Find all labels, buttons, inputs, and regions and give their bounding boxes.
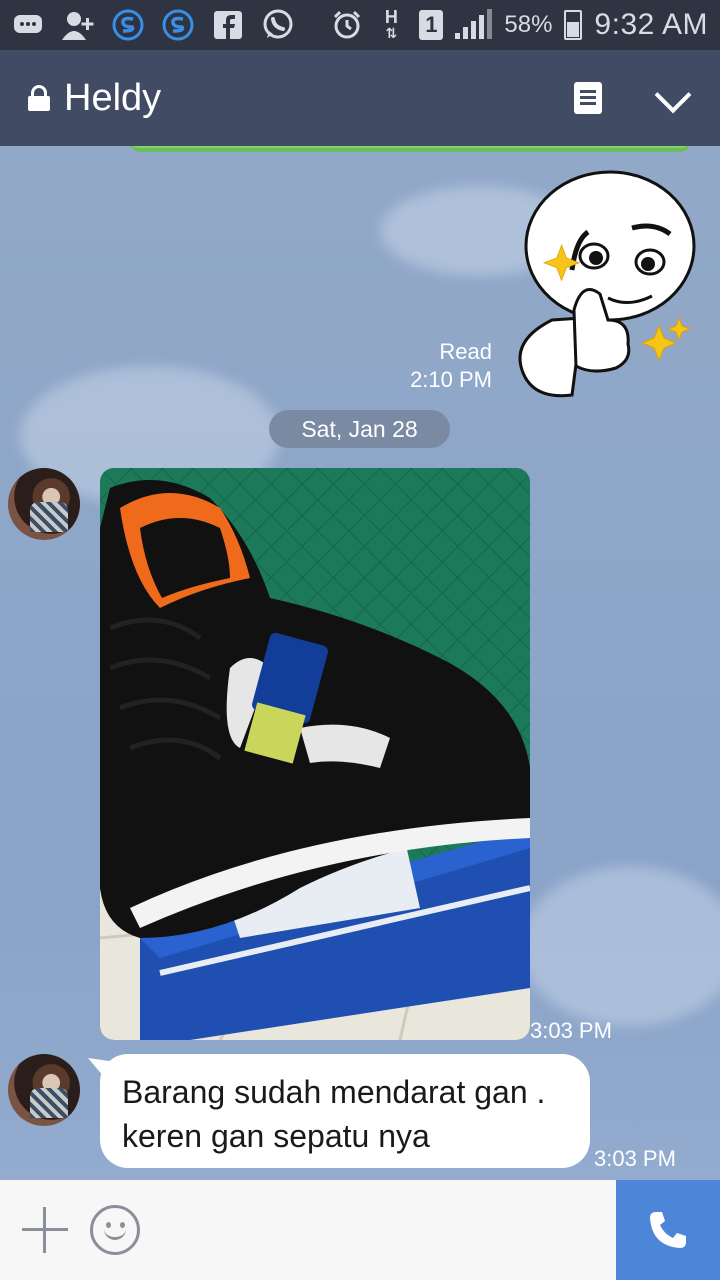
- date-separator: Sat, Jan 28: [269, 410, 450, 448]
- whatsapp-icon: [262, 9, 294, 41]
- text-timestamp: 3:03 PM: [594, 1146, 676, 1171]
- photo-message[interactable]: [100, 468, 530, 1040]
- signal-icon: [455, 9, 493, 39]
- background-cloud: [520, 866, 720, 1026]
- add-contact-icon: [62, 9, 94, 41]
- s-app-icon: [162, 9, 194, 41]
- facebook-icon: [212, 9, 244, 41]
- status-bar: H ⇅ 1 58% 9:32 AM: [0, 0, 720, 50]
- sim-1-label: 1: [425, 12, 438, 37]
- avatar[interactable]: [8, 1054, 80, 1126]
- call-button[interactable]: [616, 1180, 720, 1280]
- photo-timestamp: 3:03 PM: [530, 1018, 612, 1043]
- contact-name: Heldy: [64, 76, 162, 119]
- text-message-bubble[interactable]: Barang sudah mendarat gan . keren gan se…: [100, 1054, 590, 1168]
- chevron-down-icon[interactable]: [652, 78, 692, 118]
- h-data-icon: H ⇅: [384, 7, 398, 41]
- lock-icon: [28, 85, 50, 111]
- h-data-label: H: [384, 7, 398, 27]
- battery-percent: 58%: [504, 11, 553, 38]
- phone-icon: [650, 1212, 686, 1248]
- message-icon: [12, 9, 44, 41]
- sticker-timestamp: 2:10 PM: [410, 367, 492, 392]
- chat-area[interactable]: Read 2:10 PM Sat, Jan 28 3:03 PM Barang …: [0, 146, 720, 1180]
- emoji-icon[interactable]: [90, 1205, 140, 1255]
- battery-icon: [564, 10, 583, 40]
- s-app-icon: [112, 9, 144, 41]
- plus-icon[interactable]: [20, 1205, 70, 1255]
- read-label: Read: [439, 339, 492, 364]
- previous-message-edge: [130, 146, 690, 152]
- input-bar: [0, 1180, 720, 1280]
- sim-1-icon: 1: [419, 10, 444, 40]
- avatar[interactable]: [8, 468, 80, 540]
- clock: 9:32 AM: [594, 8, 708, 41]
- text-message: Barang sudah mendarat gan . keren gan se…: [122, 1074, 546, 1154]
- chat-header: Heldy: [0, 50, 720, 146]
- note-icon[interactable]: [574, 82, 602, 114]
- alarm-icon: [331, 9, 363, 41]
- sticker-message[interactable]: [512, 170, 702, 400]
- sticker-read-status: Read 2:10 PM: [410, 338, 492, 394]
